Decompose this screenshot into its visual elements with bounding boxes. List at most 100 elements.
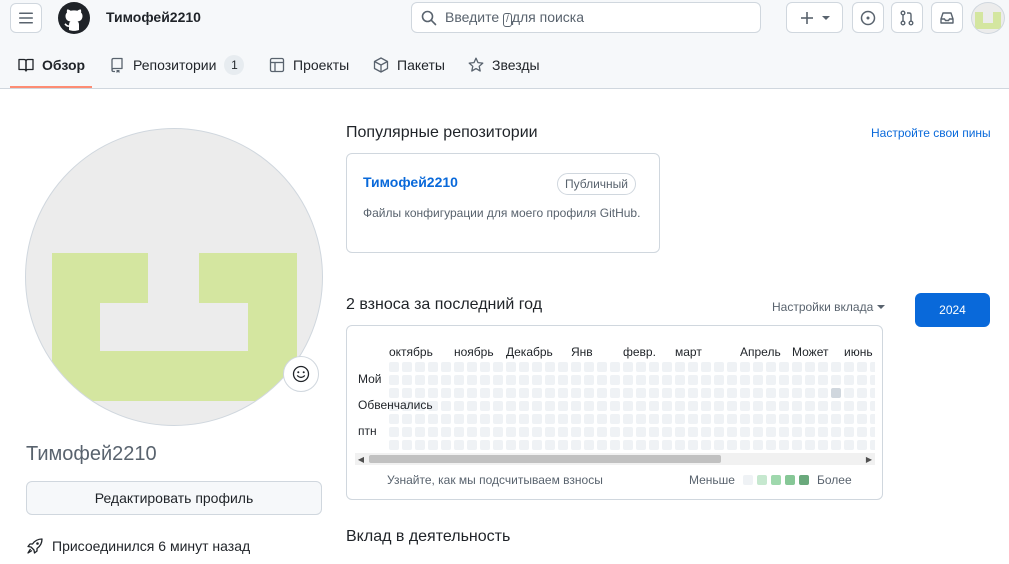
tab-packages[interactable]: Пакеты: [373, 53, 445, 77]
contribution-cell[interactable]: [714, 375, 724, 385]
contribution-cell[interactable]: [480, 440, 490, 450]
contribution-cell[interactable]: [623, 375, 633, 385]
contribution-cell[interactable]: [597, 440, 607, 450]
contribution-cell[interactable]: [571, 375, 581, 385]
contribution-cell[interactable]: [441, 414, 451, 424]
contribution-cell[interactable]: [610, 440, 620, 450]
contribution-cell[interactable]: [740, 427, 750, 437]
contribution-cell[interactable]: [727, 427, 737, 437]
contribution-cell[interactable]: [688, 375, 698, 385]
contribution-cell[interactable]: [792, 362, 802, 372]
contribution-cell[interactable]: [831, 375, 841, 385]
contribution-cell[interactable]: [727, 414, 737, 424]
header-username[interactable]: Тимофей2210: [106, 9, 201, 25]
contribution-cell[interactable]: [844, 414, 854, 424]
contribution-cell[interactable]: [844, 362, 854, 372]
contribution-cell[interactable]: [675, 401, 685, 411]
scroll-right-icon[interactable]: ▶: [863, 453, 875, 465]
contribution-cell[interactable]: [792, 440, 802, 450]
contribution-cell[interactable]: [428, 414, 438, 424]
contribution-cell[interactable]: [467, 388, 477, 398]
contribution-cell[interactable]: [623, 362, 633, 372]
contribution-cell[interactable]: [740, 388, 750, 398]
contribution-cell[interactable]: [805, 401, 815, 411]
contribution-cell[interactable]: [467, 362, 477, 372]
contribution-cell[interactable]: [428, 362, 438, 372]
contribution-cell[interactable]: [792, 388, 802, 398]
contribution-cell[interactable]: [831, 414, 841, 424]
contribution-cell[interactable]: [623, 414, 633, 424]
contribution-cell[interactable]: [532, 388, 542, 398]
contribution-cell[interactable]: [454, 440, 464, 450]
contribution-cell[interactable]: [870, 375, 875, 385]
contribution-cell[interactable]: [454, 401, 464, 411]
repo-name-link[interactable]: Тимофей2210: [363, 174, 458, 190]
contribution-cell[interactable]: [727, 388, 737, 398]
contribution-cell[interactable]: [610, 414, 620, 424]
contribution-cell[interactable]: [818, 440, 828, 450]
contribution-cell[interactable]: [454, 375, 464, 385]
contribution-cell[interactable]: [766, 440, 776, 450]
contribution-cell[interactable]: [402, 427, 412, 437]
contribution-cell[interactable]: [753, 401, 763, 411]
contribution-cell[interactable]: [519, 375, 529, 385]
contribution-cell[interactable]: [779, 362, 789, 372]
contribution-cell[interactable]: [727, 401, 737, 411]
contribution-cell[interactable]: [428, 440, 438, 450]
contribution-cell[interactable]: [428, 427, 438, 437]
contribution-cell[interactable]: [454, 362, 464, 372]
contribution-cell[interactable]: [662, 362, 672, 372]
contribution-cell[interactable]: [688, 427, 698, 437]
scrollbar-thumb[interactable]: [369, 455, 721, 463]
contribution-cell[interactable]: [831, 388, 841, 398]
contribution-cell[interactable]: [636, 414, 646, 424]
contribution-cell[interactable]: [649, 375, 659, 385]
contribution-cell[interactable]: [558, 362, 568, 372]
contribution-cell[interactable]: [597, 401, 607, 411]
contribution-cell[interactable]: [480, 375, 490, 385]
contribution-cell[interactable]: [428, 375, 438, 385]
contribution-cell[interactable]: [636, 388, 646, 398]
contribution-cell[interactable]: [636, 427, 646, 437]
contribution-cell[interactable]: [402, 440, 412, 450]
contribution-cell[interactable]: [415, 388, 425, 398]
set-status-button[interactable]: [283, 356, 319, 392]
contribution-cell[interactable]: [493, 362, 503, 372]
contribution-cell[interactable]: [532, 440, 542, 450]
contribution-cell[interactable]: [441, 401, 451, 411]
contribution-cell[interactable]: [857, 401, 867, 411]
tab-overview[interactable]: Обзор: [18, 53, 85, 77]
contribution-cell[interactable]: [675, 362, 685, 372]
contribution-cell[interactable]: [584, 362, 594, 372]
contribution-cell[interactable]: [415, 362, 425, 372]
contribution-cell[interactable]: [675, 414, 685, 424]
contribution-cell[interactable]: [402, 362, 412, 372]
contribution-cell[interactable]: [870, 388, 875, 398]
contribution-cell[interactable]: [818, 401, 828, 411]
contribution-cell[interactable]: [610, 375, 620, 385]
contribution-cell[interactable]: [766, 375, 776, 385]
contribution-cell[interactable]: [701, 375, 711, 385]
contribution-cell[interactable]: [506, 375, 516, 385]
contribution-cell[interactable]: [493, 375, 503, 385]
contribution-cell[interactable]: [766, 401, 776, 411]
contribution-settings-dropdown[interactable]: Настройки вклада: [772, 300, 886, 314]
contribution-cell[interactable]: [818, 375, 828, 385]
contribution-cell[interactable]: [714, 414, 724, 424]
learn-contributions-link[interactable]: Узнайте, как мы подсчитываем взносы: [387, 473, 603, 487]
contribution-cell[interactable]: [402, 414, 412, 424]
contribution-cell[interactable]: [818, 414, 828, 424]
contribution-cell[interactable]: [844, 440, 854, 450]
contribution-cell[interactable]: [545, 414, 555, 424]
calendar-scrollbar[interactable]: ◀ ▶: [355, 453, 875, 465]
contribution-cell[interactable]: [792, 414, 802, 424]
contribution-cell[interactable]: [623, 440, 633, 450]
search-input[interactable]: Введите / для поиска: [411, 2, 761, 33]
contribution-cell[interactable]: [857, 427, 867, 437]
contribution-cell[interactable]: [545, 388, 555, 398]
contribution-cell[interactable]: [727, 440, 737, 450]
contribution-cell[interactable]: [415, 375, 425, 385]
contribution-cell[interactable]: [805, 427, 815, 437]
contribution-cell[interactable]: [545, 427, 555, 437]
contribution-cell[interactable]: [454, 427, 464, 437]
